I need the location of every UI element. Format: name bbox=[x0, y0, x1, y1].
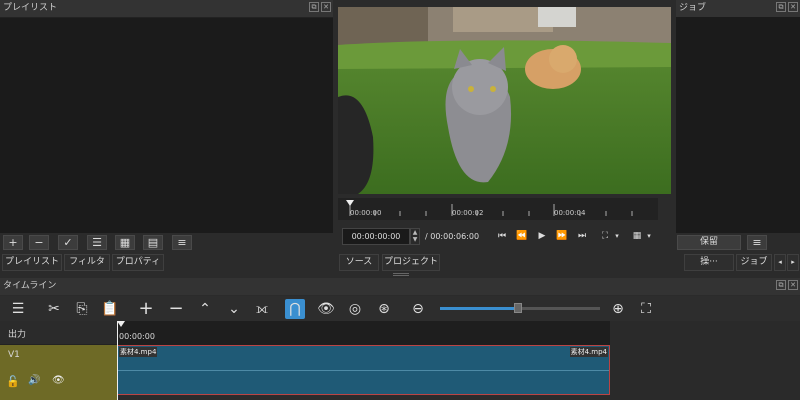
track-label: V1 bbox=[8, 350, 20, 360]
playlist-title: プレイリスト bbox=[3, 3, 58, 13]
v1-track-header[interactable]: V1 🔓 🔊 👁 bbox=[0, 345, 117, 400]
zoom-out-icon[interactable]: ⊖ bbox=[408, 299, 428, 319]
ops-button[interactable]: 操··· bbox=[684, 254, 734, 271]
split-icon[interactable]: ⟗ bbox=[252, 299, 272, 319]
float-icon[interactable]: ⧉ bbox=[776, 2, 786, 12]
playlist-header: プレイリスト ⧉ ✕ bbox=[0, 0, 333, 17]
player-time-ruler[interactable]: 00:00:00 00:00:02 00:00:04 bbox=[338, 198, 658, 220]
hold-button[interactable]: 保留 bbox=[677, 235, 741, 250]
append-icon[interactable]: + bbox=[136, 299, 156, 319]
remove-icon[interactable]: − bbox=[29, 235, 49, 250]
splitter-handle[interactable] bbox=[393, 273, 409, 276]
timeline-title: タイムライン bbox=[3, 281, 57, 291]
add-icon[interactable]: + bbox=[3, 235, 23, 250]
jobs-menu-button[interactable]: ≡ bbox=[747, 235, 767, 250]
timeline-ruler[interactable]: 00:00:00 bbox=[117, 321, 610, 345]
total-time-label: / 00:00:06:00 bbox=[425, 232, 480, 241]
skip-to-start-icon[interactable]: ⏮ bbox=[493, 228, 511, 244]
timeline-toolbar: ☰ ✂ ⎘ 📋 + − ⌃ ⌄ ⟗ ⋂ 👁 ◎ ⊛ ⊖ ⊕ ⛶ bbox=[0, 296, 800, 321]
overwrite-icon[interactable]: ⌄ bbox=[224, 299, 244, 319]
menu-icon[interactable]: ≡ bbox=[172, 235, 192, 250]
ruler-start-label: 00:00:00 bbox=[119, 332, 155, 341]
time-spinner[interactable]: ▲ ▼ bbox=[410, 228, 420, 245]
zoom-fit-icon[interactable]: ⛶ bbox=[636, 299, 656, 319]
jobs-header: ジョブ ⧉ ✕ bbox=[676, 0, 800, 17]
clip[interactable]: 素材4.mp4 素材4.mp4 bbox=[117, 345, 610, 395]
grid-view-icon[interactable]: ▦ bbox=[115, 235, 135, 250]
playhead-line[interactable] bbox=[117, 321, 118, 400]
float-icon[interactable]: ⧉ bbox=[309, 2, 319, 12]
zoom-slider-fill bbox=[440, 307, 516, 310]
lock-icon[interactable]: 🔓 bbox=[6, 375, 20, 388]
video-preview[interactable] bbox=[338, 7, 671, 194]
zoom-slider-handle[interactable] bbox=[514, 303, 522, 313]
playlist-list-area[interactable] bbox=[0, 17, 333, 233]
remove-icon[interactable]: − bbox=[166, 299, 186, 319]
chevron-down-icon[interactable]: ▾ bbox=[612, 228, 622, 244]
speaker-icon[interactable]: 🔊 bbox=[28, 375, 40, 386]
cut-icon[interactable]: ✂ bbox=[44, 299, 64, 319]
tab-scroll-left-icon[interactable]: ◂ bbox=[774, 254, 786, 271]
jobs-title: ジョブ bbox=[679, 3, 707, 13]
output-track-header: 出力 bbox=[0, 321, 117, 345]
close-icon[interactable]: ✕ bbox=[788, 280, 798, 290]
tab-properties[interactable]: プロパティ bbox=[112, 254, 164, 271]
zoom-in-icon[interactable]: ⊕ bbox=[608, 299, 628, 319]
detail-view-icon[interactable]: ▤ bbox=[143, 235, 163, 250]
ruler-tick-label: 00:00:02 bbox=[452, 209, 484, 217]
jobs-list-area[interactable] bbox=[676, 17, 800, 233]
snap-icon[interactable]: ⋂ bbox=[285, 299, 305, 319]
playhead-icon bbox=[117, 321, 125, 327]
video-frame-image bbox=[338, 7, 671, 194]
tab-jobs[interactable]: ジョブ bbox=[736, 254, 772, 271]
current-time-field[interactable]: 00:00:00:00 bbox=[342, 228, 410, 245]
tab-filter[interactable]: フィルタ bbox=[64, 254, 110, 271]
play-icon[interactable]: ▶ bbox=[533, 228, 551, 244]
clip-audio-line bbox=[118, 370, 609, 371]
menu-icon[interactable]: ☰ bbox=[8, 299, 28, 319]
timeline-header: タイムライン ⧉ ✕ bbox=[0, 278, 800, 295]
ripple-all-icon[interactable]: ⊛ bbox=[374, 299, 394, 319]
tab-project[interactable]: プロジェクト bbox=[382, 254, 440, 271]
timeline-empty-area[interactable] bbox=[610, 321, 800, 400]
check-icon[interactable]: ✓ bbox=[58, 235, 78, 250]
zoom-slider[interactable] bbox=[440, 303, 600, 313]
ruler-tick-label: 00:00:04 bbox=[554, 209, 586, 217]
clip-name-left: 素材4.mp4 bbox=[119, 347, 158, 357]
copy-icon[interactable]: ⎘ bbox=[72, 299, 92, 319]
chevron-down-icon[interactable]: ▾ bbox=[644, 228, 654, 244]
skip-to-end-icon[interactable]: ⏭ bbox=[573, 228, 591, 244]
tab-playlist[interactable]: プレイリスト bbox=[2, 254, 62, 271]
clip-name-right: 素材4.mp4 bbox=[569, 347, 608, 357]
eye-icon[interactable]: 👁 bbox=[52, 375, 65, 386]
close-icon[interactable]: ✕ bbox=[321, 2, 331, 12]
paste-icon[interactable]: 📋 bbox=[100, 299, 120, 319]
output-label: 出力 bbox=[8, 330, 27, 340]
ripple-icon[interactable]: ◎ bbox=[345, 299, 365, 319]
scrub-icon[interactable]: 👁 bbox=[316, 299, 336, 319]
lift-icon[interactable]: ⌃ bbox=[195, 299, 215, 319]
ruler-tick-label: 00:00:00 bbox=[350, 209, 382, 217]
tab-source[interactable]: ソース bbox=[339, 254, 379, 271]
rewind-icon[interactable]: ⏪ bbox=[513, 228, 531, 244]
list-view-icon[interactable]: ☰ bbox=[87, 235, 107, 250]
fast-forward-icon[interactable]: ⏩ bbox=[553, 228, 571, 244]
ruler-ticks bbox=[346, 200, 633, 216]
close-icon[interactable]: ✕ bbox=[788, 2, 798, 12]
float-icon[interactable]: ⧉ bbox=[776, 280, 786, 290]
tab-scroll-right-icon[interactable]: ▸ bbox=[787, 254, 799, 271]
